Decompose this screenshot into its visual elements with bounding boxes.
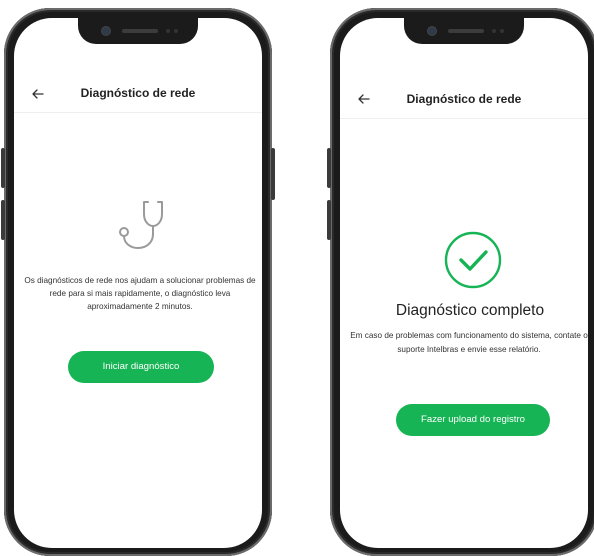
speaker — [122, 29, 158, 33]
speaker — [448, 29, 484, 33]
sensor — [174, 29, 178, 33]
app-header: Diagnóstico de rede — [14, 80, 262, 113]
app-header: Diagnóstico de rede — [340, 82, 588, 119]
sensor — [166, 29, 170, 33]
volume-button — [1, 200, 5, 240]
volume-button — [327, 148, 331, 188]
start-diagnostic-button[interactable]: Iniciar diagnóstico — [68, 351, 214, 383]
power-button — [271, 148, 275, 200]
description: Em caso de problemas com funcionamento d… — [350, 331, 588, 354]
page-title: Diagnóstico de rede — [80, 86, 196, 100]
sensor — [500, 29, 504, 33]
volume-button — [1, 148, 5, 188]
screen: Diagnóstico de rede Diagnóstico completo… — [340, 18, 588, 548]
screen: Diagnóstico de rede Os diagnósticos de r… — [14, 18, 262, 548]
completion-heading: Diagnóstico completo — [395, 302, 545, 319]
page-title: Diagnóstico de rede — [406, 92, 522, 106]
upload-log-button[interactable]: Fazer upload do registro — [396, 404, 550, 436]
notch — [404, 18, 524, 44]
volume-button — [327, 200, 331, 240]
camera — [102, 27, 110, 35]
stethoscope-icon — [119, 201, 163, 250]
camera — [428, 27, 436, 35]
description: Os diagnósticos de rede nos ajudam a sol… — [24, 276, 256, 311]
sensor — [492, 29, 496, 33]
check-circle-icon — [444, 231, 502, 289]
phone-diagnostic-start: Diagnóstico de rede Os diagnósticos de r… — [1, 8, 275, 556]
phone-diagnostic-complete: Diagnóstico de rede Diagnóstico completo… — [327, 8, 594, 556]
notch — [78, 18, 198, 44]
